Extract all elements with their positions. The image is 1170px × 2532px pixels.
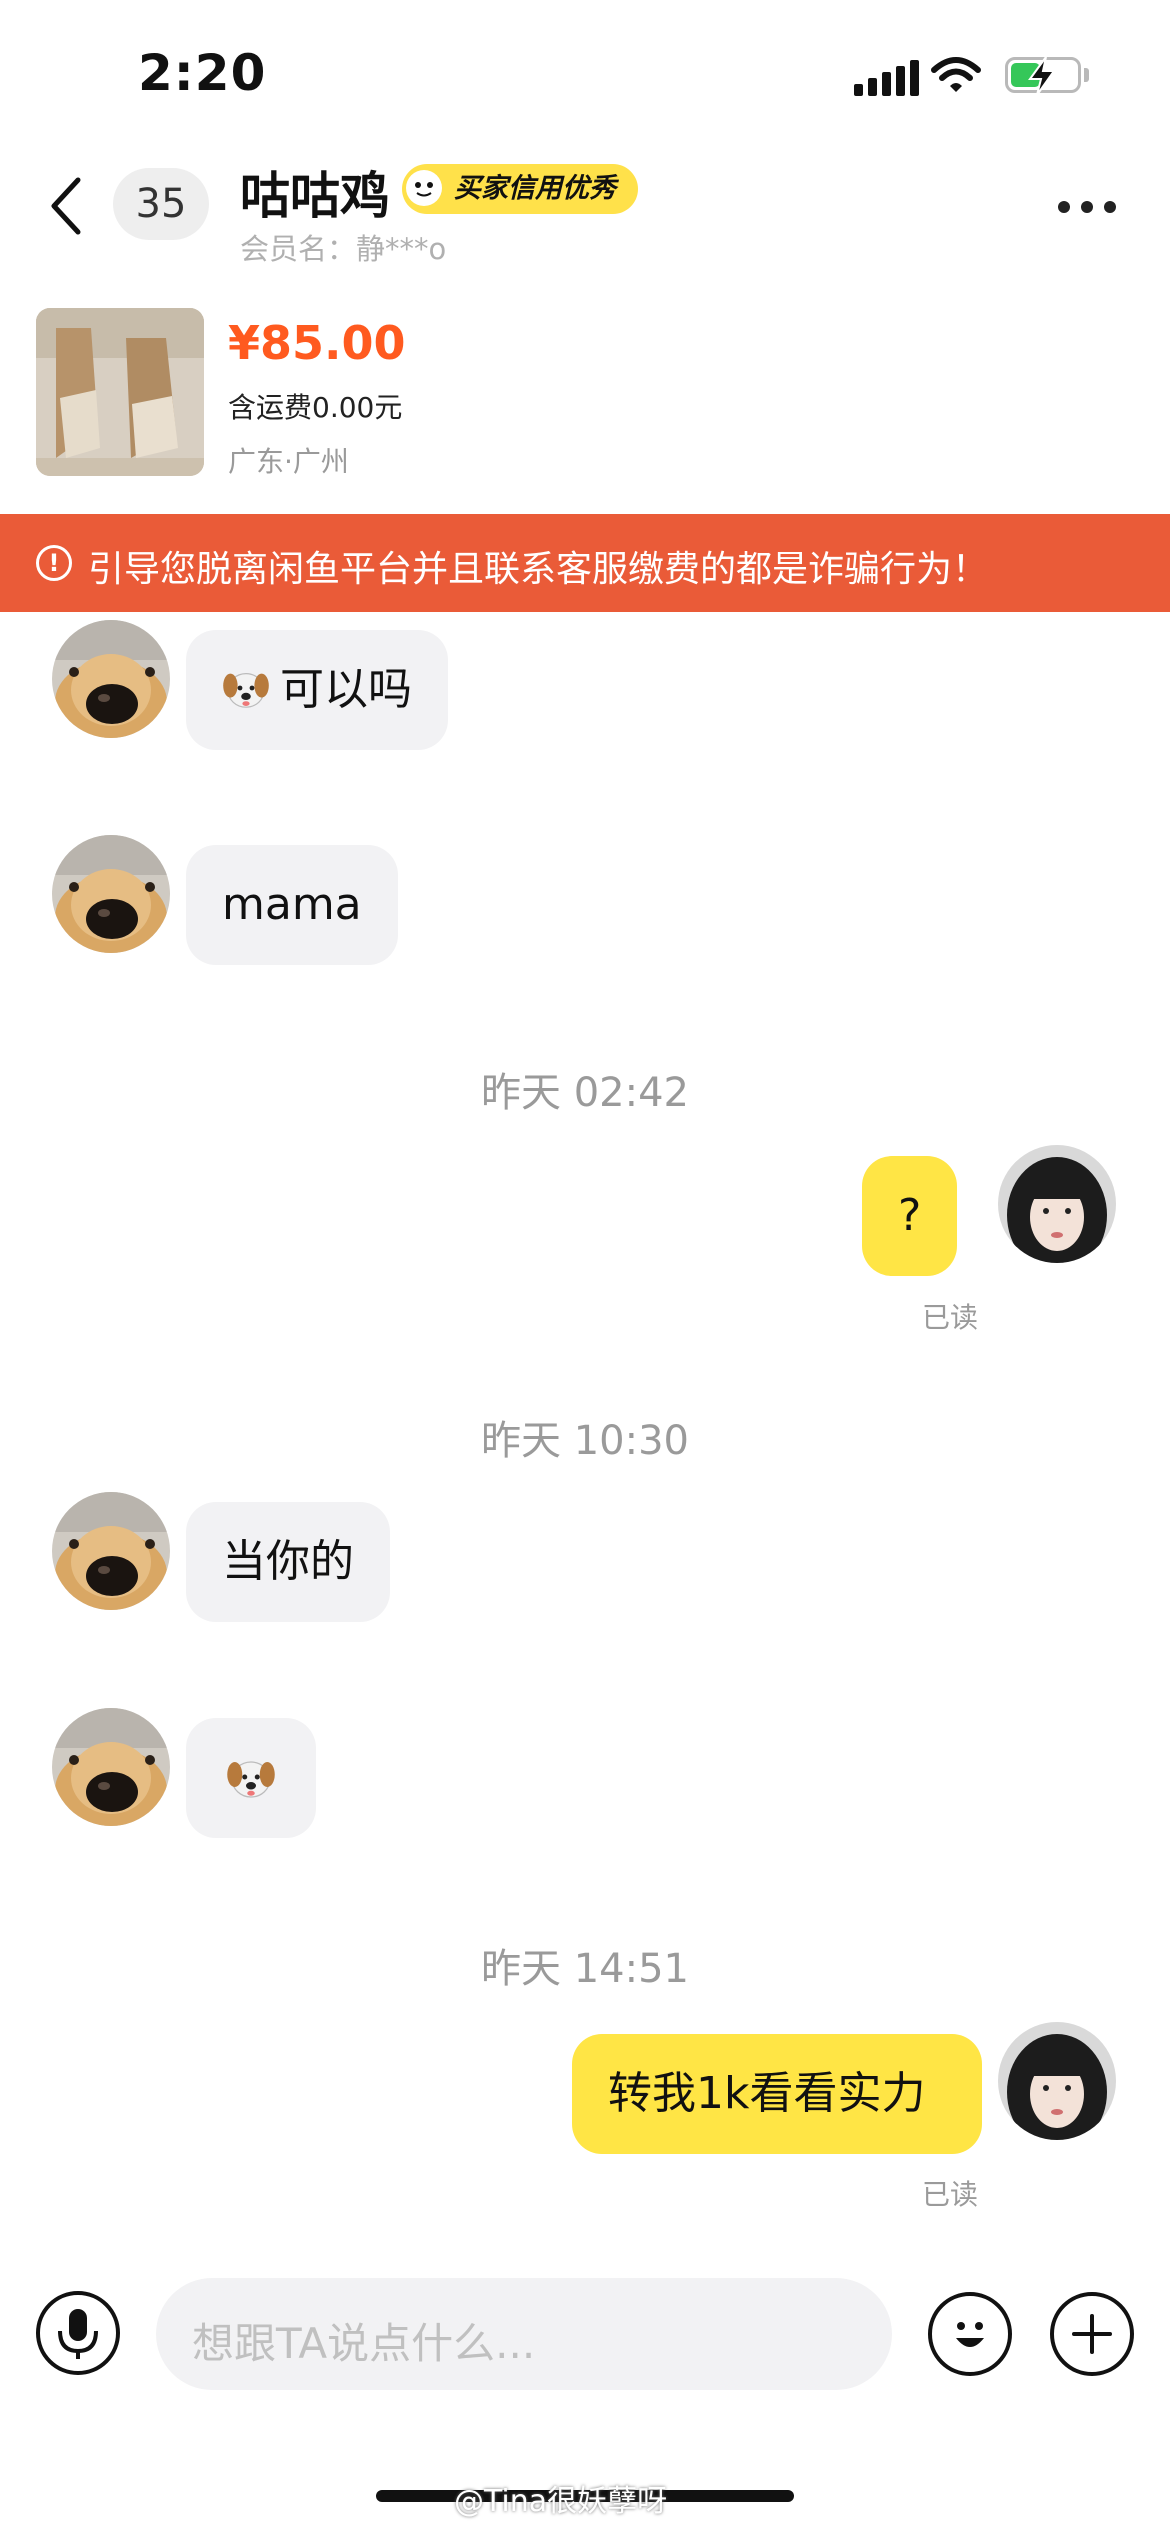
warning-icon: ! [36,545,72,581]
message-text: mama [222,879,362,930]
my-message-bubble: ? [862,1156,958,1276]
more-icon[interactable] [1058,198,1127,217]
product-thumbnail[interactable] [36,308,204,476]
back-icon[interactable] [48,176,84,236]
mic-icon [58,2309,98,2359]
my-avatar[interactable] [998,2022,1116,2140]
product-location: 广东·广州 [228,445,349,478]
shipping-fee: 含运费0.00元 [228,391,403,424]
emoji-button[interactable] [928,2292,1012,2376]
plus-button[interactable] [1050,2292,1134,2376]
watermark: @Tina很妖孽呀 [454,2484,668,2519]
timestamp: 昨天 14:51 [481,1946,689,1992]
contact-avatar[interactable] [52,620,170,738]
battery-cap [1084,68,1089,82]
badge-face-icon [404,168,444,208]
contact-avatar[interactable] [52,1492,170,1610]
wifi-icon [931,57,981,92]
timestamp: 昨天 02:42 [481,1070,689,1116]
message-bubble: mama [186,845,398,965]
dog-emoji-icon [226,1752,276,1802]
timestamp: 昨天 10:30 [481,1418,689,1464]
read-receipt: 已读 [922,1301,979,1334]
cellular-signal-icon [854,60,924,96]
message-bubble [186,1718,316,1838]
plus-icon [1072,2314,1112,2354]
emoji-icon [956,2322,984,2347]
contact-avatar[interactable] [52,835,170,953]
status-time: 2:20 [138,44,267,102]
voice-button[interactable] [36,2291,120,2375]
dog-emoji-icon [222,664,270,712]
read-receipt: 已读 [922,2178,979,2211]
message-text: 可以吗 [280,664,412,715]
message-text: 当你的 [222,1536,354,1587]
charging-bolt-icon [1028,56,1056,96]
member-name: 会员名：静***o [240,232,447,266]
message-bubble: 当你的 [186,1502,390,1622]
unread-count-badge[interactable]: 35 [113,168,209,240]
message-bubble: 可以吗 [186,630,448,750]
contact-name[interactable]: 咕咕鸡 [240,156,390,228]
message-text: ? [898,1190,922,1241]
my-message-bubble: 转我1k看看实力 [572,2034,982,2154]
contact-avatar[interactable] [52,1708,170,1826]
message-text: 转我1k看看实力 [608,2068,926,2119]
fraud-warning-text: 引导您脱离闲鱼平台并且联系客服缴费的都是诈骗行为！ [88,549,989,590]
message-input-placeholder: 想跟TA说点什么... [192,2319,536,2368]
my-avatar[interactable] [998,1145,1116,1263]
product-price: ¥85.00 [228,316,406,370]
